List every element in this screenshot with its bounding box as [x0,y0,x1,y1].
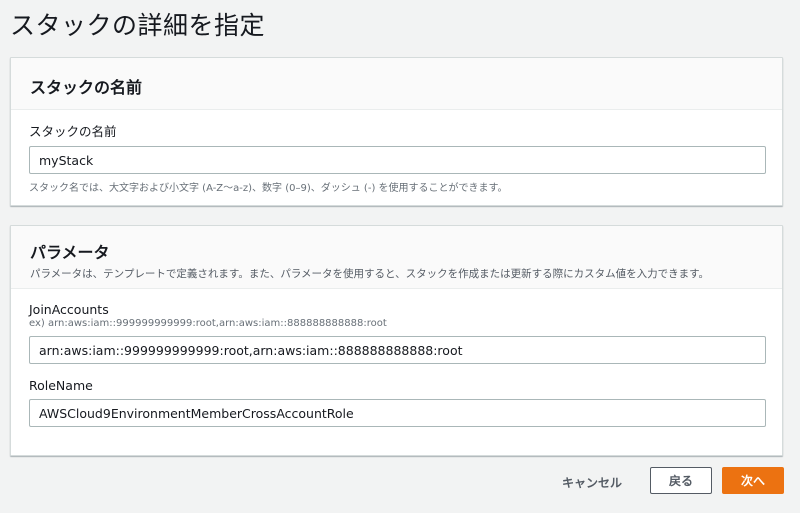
role-name-input[interactable] [29,399,766,427]
join-accounts-label: JoinAccounts [29,302,109,317]
join-accounts-field: JoinAccounts ex) arn:aws:iam::9999999999… [11,289,782,364]
stack-name-label: スタックの名前 [29,124,117,139]
role-name-field: RoleName [11,364,782,427]
stack-name-panel: スタックの名前 スタックの名前 スタック名では、大文字および小文字 (A-Z〜a… [10,57,783,206]
page-title: スタックの詳細を指定 [10,11,266,40]
stack-name-help: スタック名では、大文字および小文字 (A-Z〜a-z)、数字 (0–9)、ダッシ… [29,183,508,194]
back-button[interactable]: 戻る [650,467,712,494]
role-name-label: RoleName [29,378,93,393]
join-accounts-input[interactable] [29,336,766,364]
stack-name-input[interactable] [29,146,766,174]
join-accounts-hint: ex) arn:aws:iam::999999999999:root,arn:a… [29,318,387,329]
stack-name-panel-header: スタックの名前 [11,58,782,110]
next-button[interactable]: 次へ [722,467,784,494]
stack-name-panel-title: スタックの名前 [30,78,143,97]
parameters-panel: パラメータ パラメータは、テンプレートで定義されます。また、パラメータを使用する… [10,225,783,456]
parameters-panel-description: パラメータは、テンプレートで定義されます。また、パラメータを使用すると、スタック… [30,268,710,280]
parameters-panel-header: パラメータ パラメータは、テンプレートで定義されます。また、パラメータを使用する… [11,226,782,289]
cancel-button[interactable]: キャンセル [551,470,633,495]
parameters-panel-title: パラメータ [30,243,110,262]
stack-name-field: スタックの名前 スタック名では、大文字および小文字 (A-Z〜a-z)、数字 (… [11,110,782,194]
